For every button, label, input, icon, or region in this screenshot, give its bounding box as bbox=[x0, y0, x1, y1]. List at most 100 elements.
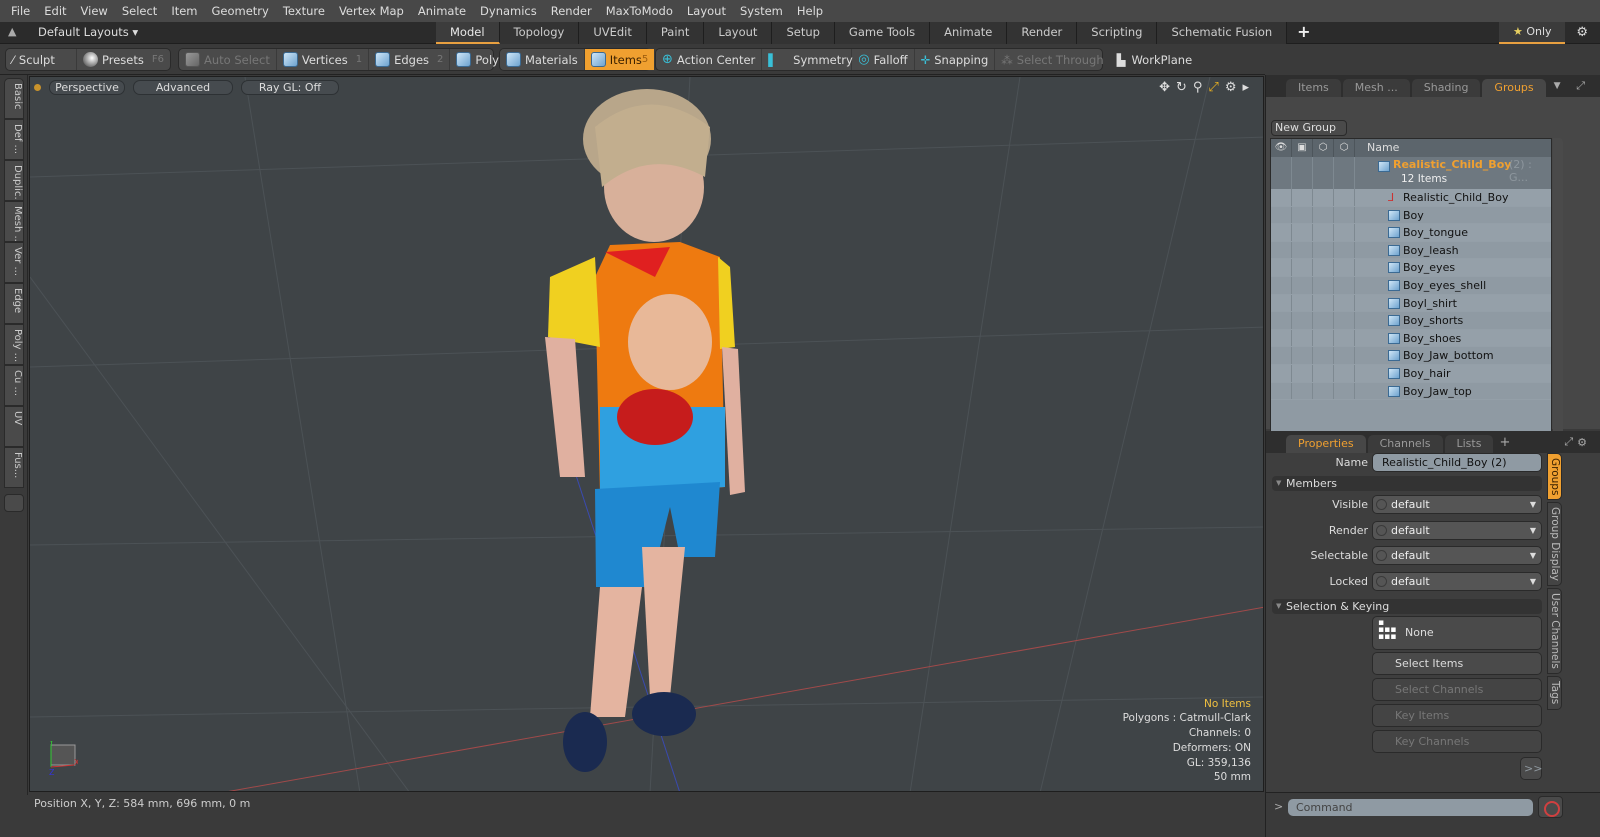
add-tab-icon[interactable]: + bbox=[1499, 435, 1510, 450]
group-member-row[interactable]: Boy_Jaw_top bbox=[1271, 382, 1551, 401]
view-mode-button[interactable]: Perspective bbox=[49, 79, 125, 95]
select-channels-button[interactable]: Select Channels bbox=[1372, 678, 1542, 701]
group-member-row[interactable]: Boy_hair bbox=[1271, 364, 1551, 383]
key-items-button[interactable]: Key Items bbox=[1372, 704, 1542, 727]
side-tab-user-channels[interactable]: User Channels bbox=[1547, 588, 1562, 675]
render-dropdown[interactable]: default ▼ bbox=[1372, 520, 1542, 540]
materials-button[interactable]: Materials bbox=[500, 49, 585, 70]
group-member-row[interactable]: Boy_shoes bbox=[1271, 329, 1551, 348]
menu-animate[interactable]: Animate bbox=[411, 4, 473, 18]
menu-dynamics[interactable]: Dynamics bbox=[473, 4, 544, 18]
menu-system[interactable]: System bbox=[733, 4, 790, 18]
left-tab-6[interactable]: Poly ... bbox=[4, 324, 24, 365]
default-layouts-dropdown[interactable]: Default Layouts ▾ bbox=[38, 25, 138, 39]
expand-icon[interactable]: ⤢ bbox=[1576, 79, 1585, 93]
collapse-icon[interactable]: ▲ bbox=[8, 25, 16, 38]
raygl-button[interactable]: Ray GL: Off bbox=[241, 79, 339, 95]
select-column-icon[interactable]: ⬡ bbox=[1334, 139, 1355, 157]
none-hierarchy-button[interactable]: ▪ ▪▪▪ ▪▪▪ None bbox=[1372, 616, 1542, 650]
name-column-header[interactable]: Name bbox=[1355, 139, 1399, 157]
tab-properties[interactable]: Properties bbox=[1286, 435, 1366, 453]
tab-setup[interactable]: Setup bbox=[772, 22, 835, 44]
tab-paint[interactable]: Paint bbox=[646, 22, 705, 44]
menu-render[interactable]: Render bbox=[544, 4, 599, 18]
zoom-icon[interactable]: ⚲ bbox=[1193, 80, 1203, 95]
viewport-gear-icon[interactable]: ⚙ bbox=[1225, 80, 1237, 95]
group-member-row[interactable]: ⅃ Realistic_Child_Boy bbox=[1271, 189, 1551, 207]
add-layout-tab-icon[interactable]: + bbox=[1287, 22, 1320, 44]
items-button[interactable]: Items 5 bbox=[584, 49, 655, 70]
select-items-button[interactable]: Select Items bbox=[1372, 652, 1542, 675]
menu-vertex-map[interactable]: Vertex Map bbox=[332, 4, 411, 18]
selectable-dropdown[interactable]: default ▼ bbox=[1372, 546, 1542, 565]
shading-mode-button[interactable]: Advanced bbox=[133, 79, 233, 95]
visibility-column-icon[interactable]: 👁 bbox=[1271, 139, 1292, 157]
left-tab-0[interactable]: Basic bbox=[4, 78, 24, 119]
pan-icon[interactable]: ✥ bbox=[1159, 80, 1170, 95]
left-tab-5[interactable]: Edge bbox=[4, 283, 24, 324]
strip-button[interactable] bbox=[4, 494, 24, 512]
tab-groups[interactable]: Groups bbox=[1482, 79, 1546, 97]
tab-channels[interactable]: Channels bbox=[1367, 435, 1443, 453]
side-tab-tags[interactable]: Tags bbox=[1547, 676, 1562, 710]
group-member-row[interactable]: Boy_shorts bbox=[1271, 312, 1551, 330]
tab-layout[interactable]: Layout bbox=[704, 22, 773, 44]
key-channels-button[interactable]: Key Channels bbox=[1372, 730, 1542, 753]
vertices-button[interactable]: Vertices 1 bbox=[277, 49, 370, 70]
menu-edit[interactable]: Edit bbox=[37, 4, 73, 18]
viewport-indicator[interactable] bbox=[34, 83, 41, 91]
tab-topology[interactable]: Topology bbox=[499, 22, 580, 44]
tree-scrollbar[interactable] bbox=[1553, 138, 1563, 447]
group-member-row[interactable]: Boy bbox=[1271, 206, 1551, 225]
more-button[interactable]: >> bbox=[1520, 757, 1542, 780]
group-name-input[interactable]: Realistic_Child_Boy (2) bbox=[1372, 453, 1542, 472]
locked-dropdown[interactable]: default ▼ bbox=[1372, 571, 1542, 591]
record-button[interactable] bbox=[1538, 796, 1563, 818]
menu-layout[interactable]: Layout bbox=[680, 4, 733, 18]
group-member-row[interactable]: Boy_Jaw_bottom bbox=[1271, 347, 1551, 365]
members-section[interactable]: Members bbox=[1272, 476, 1542, 491]
group-member-row[interactable]: Boyl_shirt bbox=[1271, 294, 1551, 313]
menu-file[interactable]: File bbox=[4, 4, 37, 18]
menu-geometry[interactable]: Geometry bbox=[205, 4, 276, 18]
radio-icon[interactable] bbox=[1376, 524, 1387, 536]
presets-button[interactable]: Presets F6 bbox=[77, 49, 170, 70]
new-group-button[interactable]: New Group bbox=[1271, 120, 1347, 136]
edges-button[interactable]: Edges 2 bbox=[369, 49, 451, 70]
props-gear-icon[interactable]: ⚙ bbox=[1577, 436, 1587, 449]
auto-select-button[interactable]: Auto Select bbox=[179, 49, 277, 70]
group-member-row[interactable]: Boy_eyes_shell bbox=[1271, 276, 1551, 295]
radio-icon[interactable] bbox=[1376, 550, 1387, 561]
selection-keying-section[interactable]: Selection & Keying bbox=[1272, 599, 1542, 614]
tab-render[interactable]: Render bbox=[1007, 22, 1078, 44]
snapping-button[interactable]: ✛ Snapping bbox=[915, 49, 996, 70]
command-input[interactable]: Command bbox=[1288, 799, 1533, 816]
menu-view[interactable]: View bbox=[74, 4, 115, 18]
left-tab-1[interactable]: Def ... bbox=[4, 119, 24, 160]
tab-model[interactable]: Model bbox=[436, 22, 500, 44]
rotate-icon[interactable]: ↻ bbox=[1176, 80, 1187, 95]
group-member-row[interactable]: Boy_tongue bbox=[1271, 224, 1551, 242]
menu-maxtomodo[interactable]: MaxToModo bbox=[599, 4, 680, 18]
expand-arrow-icon[interactable]: ▸ bbox=[1242, 80, 1249, 95]
falloff-button[interactable]: ◎ Falloff bbox=[852, 49, 915, 70]
only-toggle[interactable]: ★ Only bbox=[1499, 22, 1565, 44]
radio-icon[interactable] bbox=[1376, 499, 1387, 510]
visible-dropdown[interactable]: default ▼ bbox=[1372, 495, 1542, 514]
gear-icon[interactable]: ⚙ bbox=[1576, 25, 1588, 40]
select-through-button[interactable]: ⁂ Select Through bbox=[995, 49, 1111, 70]
tab-uvedit[interactable]: UVEdit bbox=[579, 22, 647, 44]
menu-item[interactable]: Item bbox=[164, 4, 204, 18]
workplane-button[interactable]: ▙ WorkPlane bbox=[1111, 49, 1199, 70]
menu-texture[interactable]: Texture bbox=[276, 4, 332, 18]
tab-animate[interactable]: Animate bbox=[930, 22, 1008, 44]
left-tab-9[interactable]: Fus... bbox=[4, 447, 24, 488]
symmetry-button[interactable]: ▌ Symmetry bbox=[762, 49, 853, 70]
expand-icon[interactable]: ⤢ bbox=[1564, 435, 1573, 449]
left-tab-8[interactable]: UV bbox=[4, 406, 24, 447]
menu-select[interactable]: Select bbox=[115, 4, 164, 18]
action-center-button[interactable]: ⊕ Action Center bbox=[656, 49, 763, 70]
render-column-icon[interactable]: ▣ bbox=[1292, 139, 1313, 157]
side-tab-group-display[interactable]: Group Display bbox=[1547, 502, 1562, 587]
left-tab-4[interactable]: Ver ... bbox=[4, 242, 24, 283]
